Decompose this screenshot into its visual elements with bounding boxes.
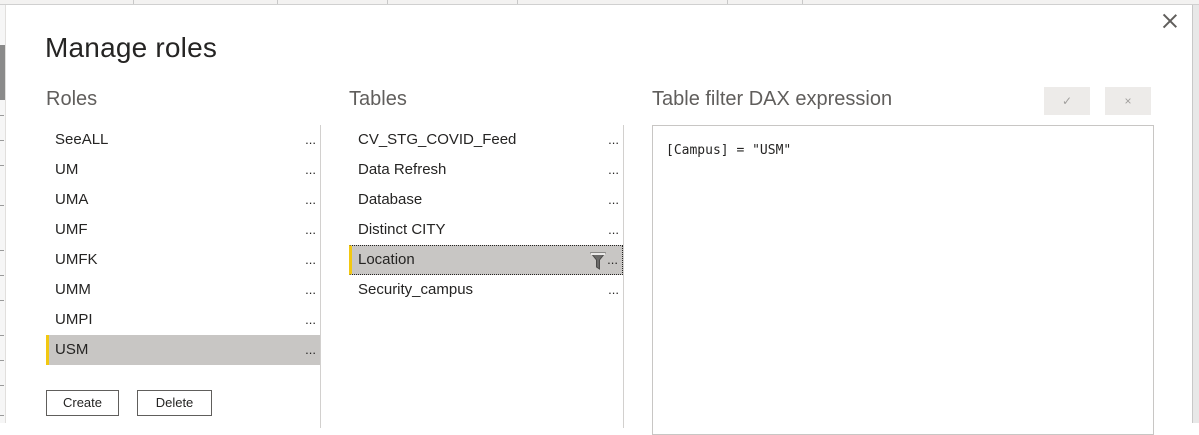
- role-label: UMF: [55, 221, 88, 238]
- role-item-umfk[interactable]: UMFK ...: [46, 245, 320, 275]
- role-item-umm[interactable]: UMM ...: [46, 275, 320, 305]
- dax-expression-text[interactable]: [Campus] = "USM": [666, 143, 791, 158]
- table-more-button[interactable]: ...: [608, 155, 619, 185]
- role-item-uma[interactable]: UMA ...: [46, 185, 320, 215]
- table-more-button[interactable]: ...: [608, 215, 619, 245]
- create-role-button[interactable]: Create: [46, 390, 119, 416]
- background-scrollbar: [1192, 5, 1199, 423]
- role-more-button[interactable]: ...: [305, 155, 316, 185]
- manage-roles-dialog: Manage roles Roles SeeALL ... UM ... UMA…: [6, 5, 1192, 435]
- dialog-title: Manage roles: [45, 32, 218, 63]
- tables-list: CV_STG_COVID_Feed ... Data Refresh ... D…: [349, 125, 623, 305]
- table-label: CV_STG_COVID_Feed: [358, 131, 517, 148]
- delete-role-button[interactable]: Delete: [137, 390, 212, 416]
- table-item-data-refresh[interactable]: Data Refresh ...: [349, 155, 623, 185]
- role-label: UMPI: [55, 311, 93, 328]
- role-label: UMM: [55, 281, 91, 298]
- table-item-distinct-city[interactable]: Distinct CITY ...: [349, 215, 623, 245]
- role-item-seeall[interactable]: SeeALL ...: [46, 125, 320, 155]
- roles-divider: [320, 125, 321, 428]
- filter-icon: [590, 252, 606, 270]
- table-label: Location: [358, 251, 415, 268]
- role-label: UMA: [55, 191, 89, 208]
- role-more-button[interactable]: ...: [305, 215, 316, 245]
- table-item-database[interactable]: Database ...: [349, 185, 623, 215]
- dax-heading: Table filter DAX expression: [652, 88, 893, 110]
- table-item-cv-stg-covid-feed[interactable]: CV_STG_COVID_Feed ...: [349, 125, 623, 155]
- table-more-button[interactable]: ...: [608, 125, 619, 155]
- table-more-button[interactable]: ...: [608, 275, 619, 305]
- dax-expression-editor[interactable]: [Campus] = "USM": [652, 125, 1154, 435]
- close-icon[interactable]: [1161, 12, 1179, 30]
- role-item-um[interactable]: UM ...: [46, 155, 320, 185]
- table-item-location[interactable]: Location ...: [349, 245, 623, 275]
- role-item-usm[interactable]: USM ...: [46, 335, 320, 365]
- role-item-umf[interactable]: UMF ...: [46, 215, 320, 245]
- role-item-umpi[interactable]: UMPI ...: [46, 305, 320, 335]
- role-more-button[interactable]: ...: [305, 335, 316, 365]
- role-label: UM: [55, 161, 79, 178]
- role-label: USM: [55, 341, 89, 358]
- tables-heading: Tables: [349, 88, 407, 110]
- table-label: Security_campus: [358, 281, 474, 298]
- accept-expression-button[interactable]: ✓: [1044, 87, 1090, 115]
- role-label: SeeALL: [55, 131, 109, 148]
- role-more-button[interactable]: ...: [305, 125, 316, 155]
- table-label: Database: [358, 191, 423, 208]
- table-more-button[interactable]: ...: [607, 246, 618, 274]
- cancel-expression-button[interactable]: ×: [1105, 87, 1151, 115]
- roles-list: SeeALL ... UM ... UMA ... UMF ... UMFK .…: [46, 125, 320, 365]
- table-item-security-campus[interactable]: Security_campus ...: [349, 275, 623, 305]
- role-more-button[interactable]: ...: [305, 185, 316, 215]
- role-more-button[interactable]: ...: [305, 275, 316, 305]
- table-label: Distinct CITY: [358, 221, 446, 238]
- role-more-button[interactable]: ...: [305, 245, 316, 275]
- table-label: Data Refresh: [358, 161, 447, 178]
- roles-heading: Roles: [46, 88, 98, 110]
- role-more-button[interactable]: ...: [305, 305, 316, 335]
- tables-divider: [623, 125, 624, 428]
- table-more-button[interactable]: ...: [608, 185, 619, 215]
- role-label: UMFK: [55, 251, 98, 268]
